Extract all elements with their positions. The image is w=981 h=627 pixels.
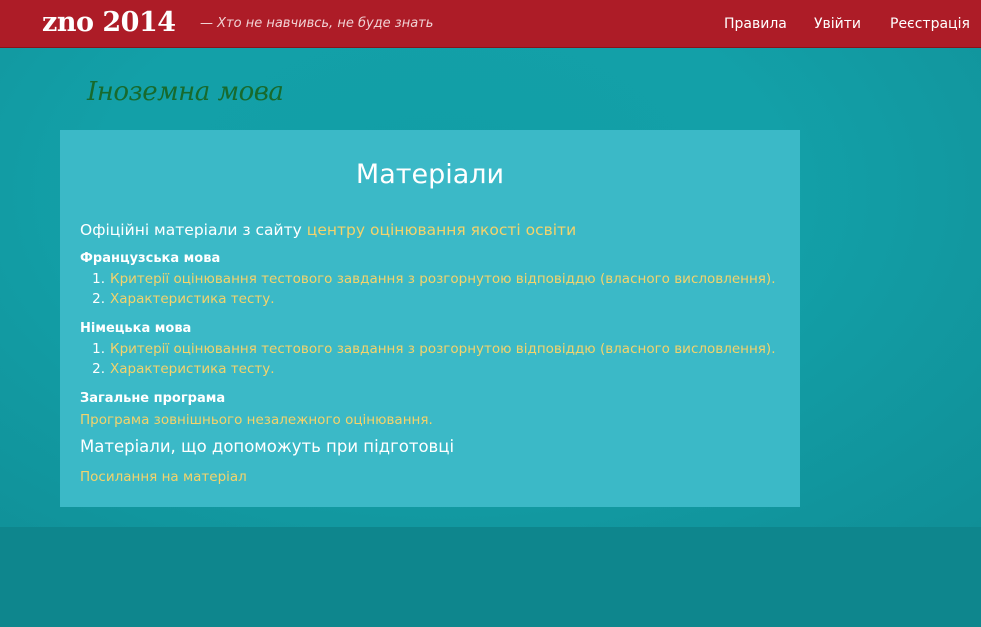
page-footer-area	[0, 527, 981, 627]
official-materials-line: Офіційні матеріали з сайту центру оцінюв…	[80, 219, 576, 241]
list-item: 1. Критерії оцінювання тестового завдання…	[80, 339, 776, 359]
list-item: 2. Характеристика тесту.	[80, 359, 275, 379]
official-materials-label: Офіційні матеріали з сайту	[80, 221, 302, 239]
page-title: Іноземна мова	[87, 77, 284, 107]
site-logo[interactable]: zno 2014	[42, 6, 176, 40]
list-number: 2.	[92, 291, 105, 307]
list-item: 2. Характеристика тесту.	[80, 289, 275, 309]
materials-panel: Матеріали Офіційні матеріали з сайту цен…	[60, 130, 800, 507]
assessment-center-link[interactable]: центру оцінювання якості освіти	[307, 221, 576, 239]
german-heading: Німецька мова	[80, 321, 192, 336]
material-link[interactable]: Посилання на матеріал	[80, 467, 247, 487]
general-program-heading: Загальне програма	[80, 391, 226, 406]
list-number: 2.	[92, 361, 105, 377]
general-program-link[interactable]: Програма зовнішнього незалежного оцінюва…	[80, 410, 433, 430]
materials-title: Матеріали	[355, 159, 505, 190]
list-item: 1. Критерії оцінювання тестового завдання…	[80, 269, 776, 289]
nav-rules-link[interactable]: Правила	[724, 14, 787, 34]
german-criteria-link[interactable]: Критерії оцінювання тестового завдання з…	[110, 341, 776, 357]
nav-register-link[interactable]: Реєстрація	[890, 14, 970, 34]
french-heading: Французська мова	[80, 251, 221, 266]
french-test-spec-link[interactable]: Характеристика тесту.	[110, 291, 275, 307]
site-tagline: — Хто не навчивсь, не буде знать	[200, 16, 434, 31]
german-test-spec-link[interactable]: Характеристика тесту.	[110, 361, 275, 377]
list-number: 1.	[92, 341, 105, 357]
french-criteria-link[interactable]: Критерії оцінювання тестового завдання з…	[110, 271, 776, 287]
top-navbar: zno 2014 — Хто не навчивсь, не буде знат…	[0, 0, 981, 48]
help-materials-heading: Матеріали, що допоможуть при підготовці	[80, 437, 455, 456]
list-number: 1.	[92, 271, 105, 287]
nav-login-link[interactable]: Увійти	[814, 14, 861, 34]
